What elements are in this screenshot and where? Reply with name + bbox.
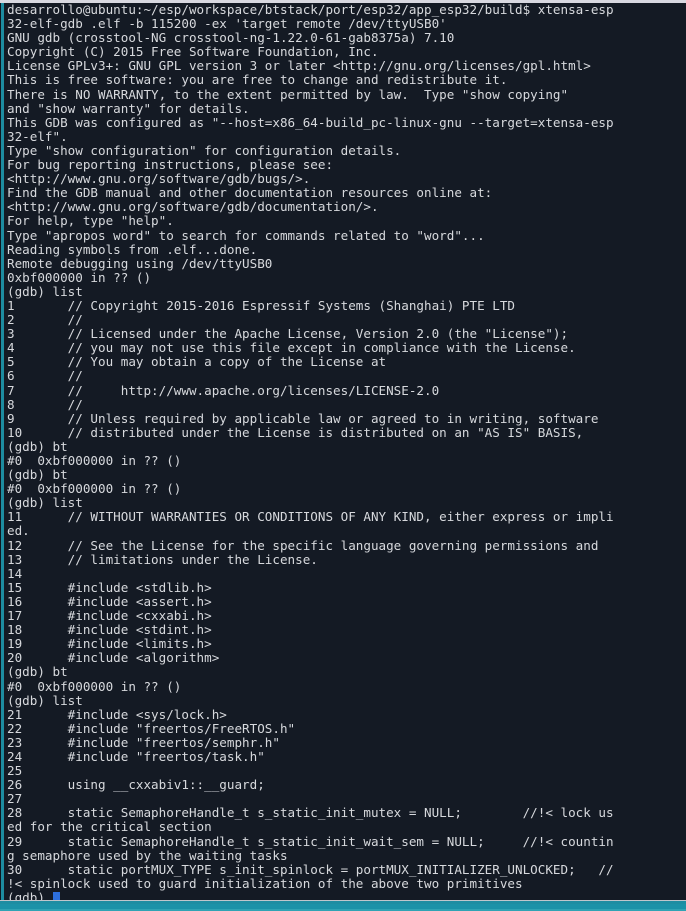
terminal-line: 4 // you may not use this file except in… [7, 340, 576, 356]
terminal-line: License GPLv3+: GNU GPL version 3 or lat… [7, 58, 591, 74]
terminal-line: 20 #include <algorithm> [7, 650, 220, 666]
terminal-line: 27 [7, 791, 23, 807]
terminal-line: #0 0xbf000000 in ?? () [7, 481, 182, 497]
terminal-line: 9 // Unless required by applicable law o… [7, 410, 599, 426]
terminal-line: (gdb) list [7, 495, 83, 511]
terminal-line: This GDB was configured as "--host=x86_6… [7, 114, 614, 130]
terminal-line: GNU gdb (crosstool-NG crosstool-ng-1.22.… [7, 30, 455, 46]
terminal-line: g semaphore used by the waiting tasks [7, 847, 288, 863]
terminal-line: 21 #include <sys/lock.h> [7, 706, 227, 722]
terminal-line: 19 #include <limits.h> [7, 636, 212, 652]
terminal-line: 11 // WITHOUT WARRANTIES OR CONDITIONS O… [7, 509, 614, 525]
terminal-line: #0 0xbf000000 in ?? () [7, 678, 182, 694]
terminal-line: 6 // [7, 368, 83, 384]
terminal-prompt-line[interactable]: (gdb) [7, 889, 686, 900]
terminal-line: 1 // Copyright 2015-2016 Espressif Syste… [7, 297, 515, 313]
terminal-line: For help, type "help". [7, 213, 174, 229]
text-cursor [52, 891, 61, 900]
terminal-line: 8 // [7, 396, 83, 412]
terminal-line: 0xbf000000 in ?? () [7, 269, 152, 285]
terminal-line: 32-elf-gdb .elf -b 115200 -ex 'target re… [7, 16, 447, 32]
terminal-line: Type "show configuration" for configurat… [7, 142, 402, 158]
terminal-line: Reading symbols from .elf...done. [7, 241, 258, 257]
terminal-line: 24 #include "freertos/task.h" [7, 748, 265, 764]
terminal-line: #0 0xbf000000 in ?? () [7, 453, 182, 468]
terminal-line: 22 #include "freertos/FreeRTOS.h" [7, 720, 296, 736]
terminal-line: 28 static SemaphoreHandle_t s_static_ini… [7, 805, 614, 821]
terminal-line: Remote debugging using /dev/ttyUSB0 [7, 255, 273, 271]
terminal-line: 29 static SemaphoreHandle_t s_static_ini… [7, 833, 614, 849]
terminal-line: Copyright (C) 2015 Free Software Foundat… [7, 44, 379, 60]
terminal-line: (gdb) list [7, 283, 83, 299]
terminal-line: (gdb) bt [7, 664, 68, 680]
terminal-line: 26 using __cxxabiv1::__guard; [7, 777, 265, 793]
gdb-prompt: (gdb) [7, 889, 53, 900]
terminal-line: 13 // limitations under the License. [7, 551, 318, 567]
terminal-screen[interactable]: desarrollo@ubuntu:~/esp/workspace/btstac… [4, 3, 686, 900]
terminal-line: !< spinlock used to guard initialization… [7, 875, 523, 891]
terminal-output: desarrollo@ubuntu:~/esp/workspace/btstac… [7, 3, 686, 900]
terminal-line: (gdb) list [7, 692, 83, 708]
terminal-line: (gdb) bt [7, 467, 68, 483]
terminal-line: ed for the critical section [7, 819, 212, 835]
terminal-line: 15 #include <stdlib.h> [7, 579, 212, 595]
terminal-line: <http://www.gnu.org/software/gdb/bugs/>. [7, 171, 311, 187]
terminal-line: Find the GDB manual and other documentat… [7, 185, 493, 201]
terminal-line: Type "apropos word" to search for comman… [7, 227, 485, 243]
terminal-line: 30 static portMUX_TYPE s_init_spinlock =… [7, 861, 614, 877]
terminal-line: 5 // You may obtain a copy of the Licens… [7, 354, 387, 370]
terminal-line: 2 // [7, 312, 83, 328]
terminal-line: 16 #include <assert.h> [7, 593, 212, 609]
terminal-line: <http://www.gnu.org/software/gdb/documen… [7, 199, 379, 215]
terminal-line: and "show warranty" for details. [7, 100, 250, 116]
terminal-line: 17 #include <cxxabi.h> [7, 608, 212, 624]
terminal-line: (gdb) bt [7, 438, 68, 454]
terminal-line: desarrollo@ubuntu:~/esp/workspace/btstac… [7, 3, 614, 17]
terminal-line: This is free software: you are free to c… [7, 72, 508, 88]
terminal-line: 3 // Licensed under the Apache License, … [7, 326, 569, 342]
terminal-line: 23 #include "freertos/semphr.h" [7, 734, 280, 750]
terminal-window[interactable]: desarrollo@ubuntu:~/esp/workspace/btstac… [0, 0, 686, 911]
terminal-line: 10 // distributed under the License is d… [7, 424, 584, 440]
terminal-line: 12 // See the License for the specific l… [7, 537, 599, 553]
terminal-line: 32-elf". [7, 128, 68, 144]
terminal-line: For bug reporting instructions, please s… [7, 157, 334, 173]
terminal-line: 7 // http://www.apache.org/licenses/LICE… [7, 382, 440, 398]
terminal-line: There is NO WARRANTY, to the extent perm… [7, 86, 569, 102]
terminal-line: 25 [7, 763, 23, 779]
terminal-line: 18 #include <stdint.h> [7, 622, 212, 638]
terminal-line: ed. [7, 523, 30, 539]
terminal-line: 14 [7, 565, 23, 581]
terminal-bottom-accent-border [0, 900, 686, 911]
